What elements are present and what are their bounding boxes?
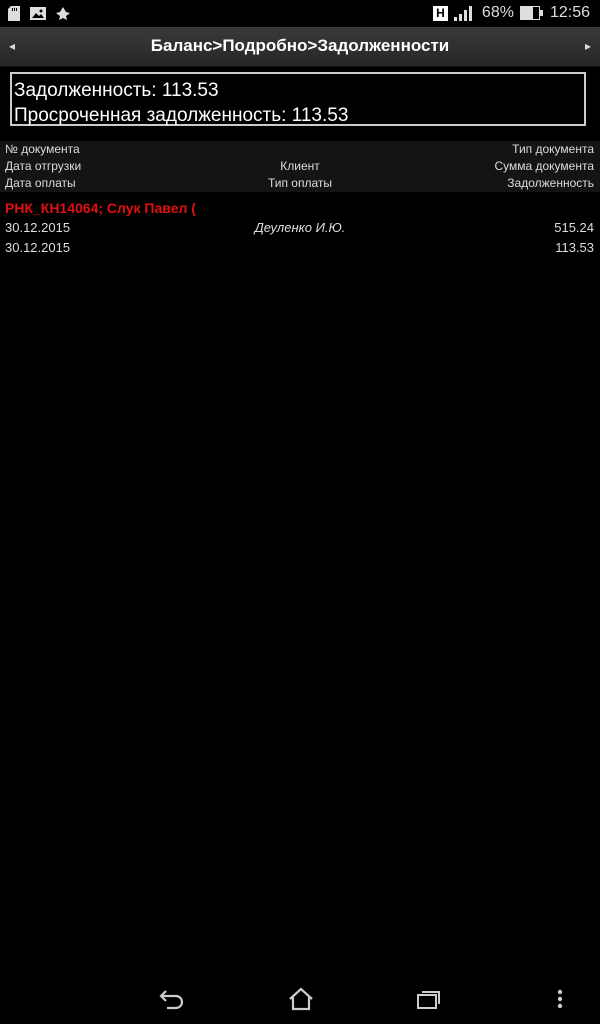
header-doc-type: Тип документа	[512, 142, 594, 156]
list-item[interactable]: РНК_КН14064; Слук Павел ( 30.12.2015 Деу…	[0, 198, 600, 258]
debt-total: Задолженность: 113.53	[14, 80, 219, 101]
next-arrow-button[interactable]: ▸	[578, 37, 598, 55]
overflow-menu-icon	[557, 989, 563, 1009]
client-name: Деуленко И.Ю.	[254, 220, 346, 235]
back-button[interactable]	[155, 984, 189, 1014]
system-navigation-bar	[0, 974, 600, 1024]
sd-card-icon	[8, 6, 20, 21]
clock: 12:56	[549, 4, 590, 21]
image-icon	[30, 7, 46, 20]
document-list: РНК_КН14064; Слук Павел ( 30.12.2015 Деу…	[0, 198, 600, 258]
signal-icon	[453, 6, 472, 21]
notification-icons	[8, 5, 70, 22]
column-headers: № документа Тип документа Дата отгрузки …	[0, 141, 600, 192]
battery-percent: 68%	[481, 4, 514, 21]
document-amount: 515.24	[554, 220, 594, 235]
document-row: 30.12.2015 113.53	[0, 238, 600, 258]
header-row: Дата отгрузки Клиент Сумма документа	[0, 158, 600, 175]
recents-icon	[417, 991, 440, 1009]
hspa-indicator: H	[432, 5, 448, 21]
document-title: РНК_КН14064; Слук Павел (	[5, 200, 196, 216]
header-row: № документа Тип документа	[0, 141, 600, 158]
recent-apps-button[interactable]	[411, 984, 445, 1014]
header-debt: Задолженность	[507, 176, 594, 190]
system-indicators: H 68% 12:56	[432, 2, 590, 24]
header-doc-amount: Сумма документа	[494, 159, 594, 173]
debt-amount: 113.53	[555, 240, 594, 255]
overdue-debt-total: Просроченная задолженность: 113.53	[14, 105, 349, 126]
home-icon	[289, 987, 313, 1011]
overflow-menu-button[interactable]	[550, 984, 570, 1014]
header-doc-number: № документа	[5, 142, 80, 156]
document-row: 30.12.2015 Деуленко И.Ю. 515.24	[0, 218, 600, 238]
back-icon	[159, 990, 184, 1010]
header-row: Дата оплаты Тип оплаты Задолженность	[0, 175, 600, 192]
status-bar: H 68% 12:56	[0, 0, 600, 27]
battery-fill	[520, 7, 534, 19]
app-notification-icon	[56, 7, 70, 20]
home-button[interactable]	[284, 984, 318, 1014]
debt-summary: Задолженность: 113.53 Просроченная задол…	[10, 72, 586, 126]
battery-icon	[519, 6, 543, 20]
payment-date: 30.12.2015	[5, 240, 71, 255]
page-title: Баланс>Подробно>Задолженности	[150, 36, 450, 55]
title-bar: ◂ Баланс>Подробно>Задолженности ▸	[0, 27, 600, 67]
